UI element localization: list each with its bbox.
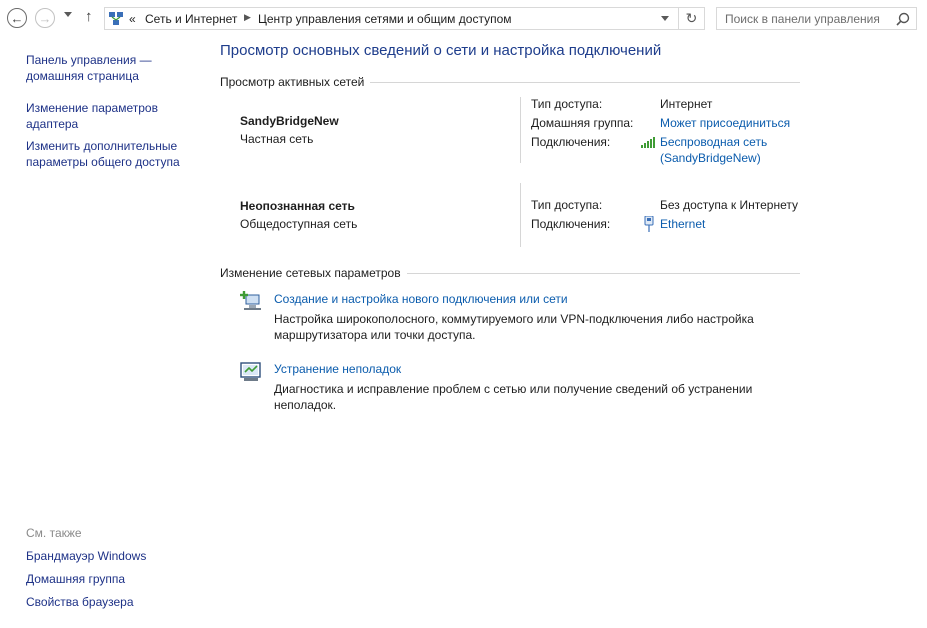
breadcrumb-network-internet[interactable]: Сеть и Интернет [145,12,237,26]
access-type-value: Интернет [660,97,713,111]
ethernet-connection-link[interactable]: Ethernet [660,216,705,232]
search-input[interactable] [717,8,891,29]
troubleshoot-icon [240,362,261,381]
address-bar[interactable]: « Сеть и Интернет ▶ Центр управления сет… [104,7,705,30]
change-settings-heading-text: Изменение сетевых параметров [220,266,401,280]
left-pane: Панель управления — домашняя страница Из… [0,37,205,628]
chevron-down-icon [661,16,669,21]
wifi-signal-icon [641,137,655,148]
see-also-browser-properties[interactable]: Свойства браузера [26,594,201,610]
section-divider [406,272,800,274]
active-networks-heading: Просмотр активных сетей [220,75,800,89]
ethernet-icon [644,216,654,232]
network-name: Неопознанная сеть [240,199,355,213]
back-button[interactable]: ← [7,8,27,28]
wireless-connection-link[interactable]: Беспроводная сеть (SandyBridgeNew) [660,134,767,166]
arrow-right-icon: → [38,10,52,26]
homegroup-join-link[interactable]: Может присоединиться [660,115,790,131]
connections-label: Подключения: [531,217,611,231]
new-connection-link[interactable]: Создание и настройка нового подключения … [274,292,568,306]
see-also-firewall[interactable]: Брандмауэр Windows [26,548,201,564]
sidebar-item-advanced-sharing[interactable]: Изменить дополнительные параметры общего… [26,138,201,170]
refresh-button[interactable]: ↻ [678,8,704,29]
forward-button[interactable]: → [35,8,55,28]
see-also-heading: См. также [26,526,82,540]
access-type-label: Тип доступа: [531,97,603,111]
network-type[interactable]: Частная сеть [240,132,313,146]
breadcrumb-chevron-icon[interactable]: ▶ [244,12,251,23]
homegroup-label: Домашняя группа: [531,116,634,130]
network-divider [520,97,521,163]
sidebar-item-adapter-settings[interactable]: Изменение параметров адаптера [26,100,201,132]
troubleshoot-link[interactable]: Устранение неполадок [274,362,401,376]
recent-pages-dropdown[interactable] [64,12,72,17]
wireless-connection-name[interactable]: Беспроводная сеть [660,134,767,150]
change-settings-heading: Изменение сетевых параметров [220,266,800,280]
connections-label: Подключения: [531,135,611,149]
section-divider [370,81,800,83]
network-center-icon [109,12,123,25]
main-content: Просмотр основных сведений о сети и наст… [220,37,920,628]
arrow-up-icon: ↑ [85,8,93,25]
page-title: Просмотр основных сведений о сети и наст… [220,42,662,59]
network-divider [520,183,521,247]
sidebar-item-control-panel-home[interactable]: Панель управления — домашняя страница [26,52,201,84]
see-also-homegroup[interactable]: Домашняя группа [26,571,201,587]
access-type-label: Тип доступа: [531,198,603,212]
arrow-left-icon: ← [10,10,24,26]
breadcrumb-overflow[interactable]: « [129,12,136,26]
new-connection-description: Настройка широкополосного, коммутируемог… [274,312,754,342]
network-type[interactable]: Общедоступная сеть [240,217,357,231]
up-button[interactable]: ↑ [85,9,93,24]
new-connection-icon [240,291,261,310]
navigation-toolbar: ← → ↑ « Сеть и Интернет ▶ Центр управлен… [0,0,927,37]
access-type-value: Без доступа к Интернету [660,198,799,212]
refresh-icon: ↻ [685,10,698,26]
wireless-connection-ssid[interactable]: (SandyBridgeNew) [660,150,767,166]
network-name: SandyBridgeNew [240,114,339,128]
address-dropdown-button[interactable] [653,8,676,29]
search-box[interactable] [716,7,917,30]
search-icon[interactable] [896,12,910,26]
active-networks-heading-text: Просмотр активных сетей [220,75,365,89]
troubleshoot-description: Диагностика и исправление проблем с сеть… [274,382,753,412]
breadcrumb-network-center[interactable]: Центр управления сетями и общим доступом [258,12,512,26]
